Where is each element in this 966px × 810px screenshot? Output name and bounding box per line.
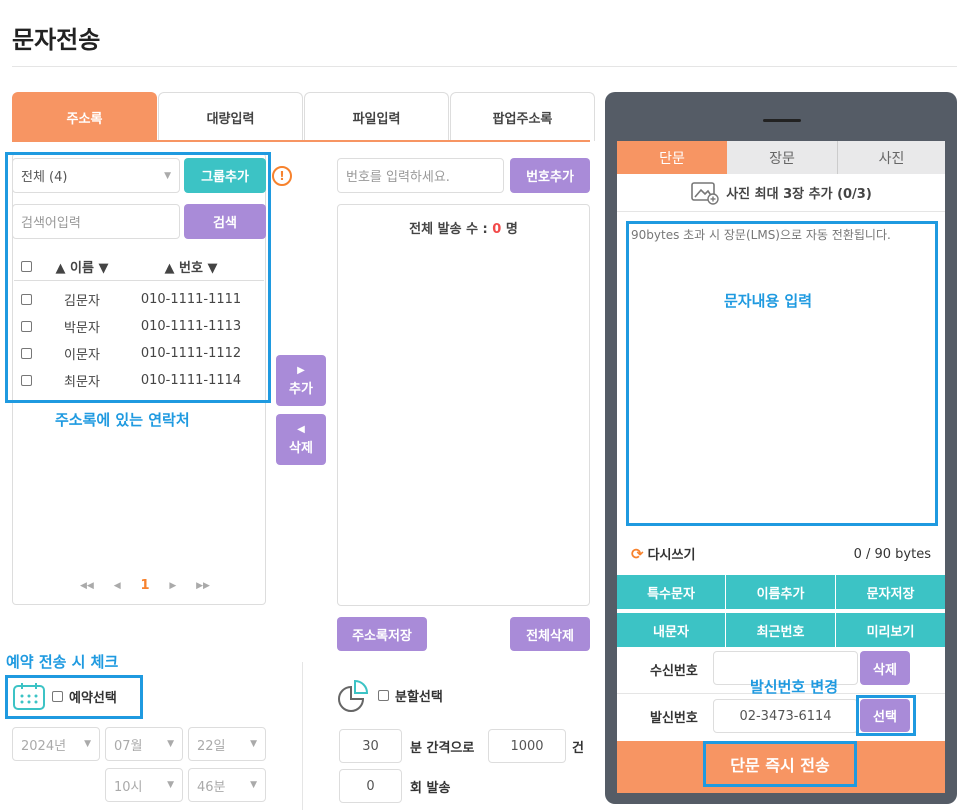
month-value: 07월 [114,738,143,754]
total-send-count: 전체 발송 수 : 0 명 [337,218,590,237]
photo-add-button[interactable]: 사진 최대 3장 추가 (0/3) [617,174,945,212]
pie-chart-icon [338,679,369,712]
interval-label: 분 간격으로 [410,741,475,756]
total-count: 0 [492,222,502,237]
receiver-label: 수신번호 [650,664,698,679]
my-messages-button[interactable]: 내문자 [617,613,725,647]
reservation-annotation: 예약 전송 시 체크 [6,653,119,671]
tab-address-book[interactable]: 주소록 [12,92,157,141]
rewrite-label: 다시쓰기 [647,548,696,563]
sender-input[interactable]: 02-3473-6114 [713,699,858,733]
send-now-button[interactable]: 단문 즉시 전송 [703,741,857,787]
delete-all-button[interactable]: 전체삭제 [510,617,590,651]
byte-counter: 0 / 90 bytes [853,547,931,562]
current-page[interactable]: 1 [140,578,149,593]
repeat-label: 회 발송 [410,781,451,796]
repeat-input[interactable]: 0 [339,769,402,803]
tab-bulk-input[interactable]: 대량입력 [158,92,303,141]
photo-add-icon [691,181,719,205]
tab-underline [12,140,590,142]
add-label: 추가 [289,381,313,397]
special-char-button[interactable]: 특수문자 [617,575,725,609]
first-page-icon[interactable]: ◀◀ [80,581,94,591]
tab-popup-address-book[interactable]: 팝업주소록 [450,92,595,141]
tab-photo-message[interactable]: 사진 [837,141,945,174]
info-icon[interactable]: ! [272,166,292,186]
contacts-annotation: 주소록에 있는 연락처 [55,411,190,429]
chevron-down-icon: ▼ [250,739,257,749]
year-value: 2024년 [21,738,67,754]
reservation-checkbox[interactable] [52,690,63,702]
split-checkbox-label: 분할선택 [395,689,443,705]
chevron-down-icon: ▼ [84,739,91,749]
last-page-icon[interactable]: ▶▶ [196,581,210,591]
sender-annotation: 발신번호 변경 [750,678,839,696]
sender-label: 발신번호 [650,711,698,726]
chevron-down-icon: ▼ [167,739,174,749]
save-message-button[interactable]: 문자저장 [836,575,945,609]
reservation-checkbox-group[interactable]: 예약선택 [12,681,117,711]
interval-input[interactable]: 30 [339,729,402,763]
year-select[interactable]: 2024년 ▼ [12,727,100,761]
prev-page-icon[interactable]: ◀ [114,581,121,591]
number-input[interactable]: 번호를 입력하세요. [337,158,504,193]
minute-value: 46분 [197,779,226,795]
minute-select[interactable]: 46분 ▼ [188,768,266,802]
page-title: 문자전송 [12,26,101,54]
split-count-label: 건 [572,741,584,756]
play-left-icon: ◀ [297,423,305,435]
split-checkbox-group[interactable]: 분할선택 [336,678,443,712]
photo-add-label: 사진 최대 3장 추가 (0/3) [726,187,872,202]
day-select[interactable]: 22일 ▼ [188,727,266,761]
hour-select[interactable]: 10시 ▼ [105,768,183,802]
rewrite-button[interactable]: ⟳ 다시쓰기 [631,544,696,564]
chevron-down-icon: ▼ [250,780,257,790]
total-unit: 명 [501,222,518,237]
sender-highlight-box [856,695,916,736]
play-right-icon: ▶ [297,364,305,376]
preview-button[interactable]: 미리보기 [836,613,945,647]
receiver-delete-button[interactable]: 삭제 [860,651,910,685]
calendar-icon [13,683,45,710]
split-count-input[interactable]: 1000 [488,729,566,763]
pagination: ◀◀ ◀ 1 ▶ ▶▶ [80,578,210,593]
title-divider [12,66,957,67]
number-add-button[interactable]: 번호추가 [510,158,590,193]
next-page-icon[interactable]: ▶ [169,581,176,591]
reservation-checkbox-label: 예약선택 [69,690,117,706]
remove-from-recipients-button[interactable]: ◀ 삭제 [276,414,326,465]
refresh-icon: ⟳ [631,544,644,563]
day-value: 22일 [197,738,226,754]
total-label: 전체 발송 수 : [409,222,493,237]
month-select[interactable]: 07월 ▼ [105,727,183,761]
add-name-button[interactable]: 이름추가 [726,575,835,609]
section-divider [302,662,303,810]
phone-speaker [763,119,801,122]
contacts-highlight-box [5,152,271,403]
recipients-list-panel [337,204,590,606]
delete-label: 삭제 [289,440,313,456]
tab-short-message[interactable]: 단문 [617,141,727,174]
add-to-recipients-button[interactable]: ▶ 추가 [276,355,326,406]
split-checkbox[interactable] [378,689,389,701]
hour-value: 10시 [114,779,143,795]
tab-long-message[interactable]: 장문 [727,141,837,174]
chevron-down-icon: ▼ [167,780,174,790]
tab-file-input[interactable]: 파일입력 [304,92,449,141]
save-to-address-book-button[interactable]: 주소록저장 [337,617,427,651]
message-highlight-box [626,221,938,526]
recent-numbers-button[interactable]: 최근번호 [726,613,835,647]
